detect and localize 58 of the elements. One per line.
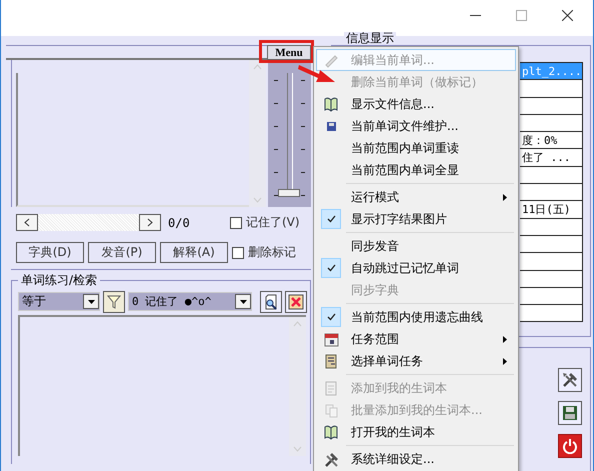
list-icon: [322, 352, 340, 370]
menu-item[interactable]: 打开我的生词本: [316, 421, 516, 443]
next-button[interactable]: [139, 214, 161, 231]
floppy-icon: [562, 404, 578, 421]
calendar-icon: [322, 330, 340, 348]
maximize-icon: [516, 10, 526, 20]
info-row[interactable]: 住了 ...: [520, 149, 582, 167]
menu-item[interactable]: 任务范围: [316, 328, 516, 350]
menu-button[interactable]: Menu: [267, 45, 311, 60]
power-icon: [562, 438, 578, 454]
power-button[interactable]: [558, 434, 582, 458]
save-button[interactable]: [558, 400, 582, 425]
menu-item[interactable]: 当前范围内单词全显: [316, 159, 516, 181]
dropdown-icon: [88, 300, 94, 304]
settings-button[interactable]: [558, 368, 582, 392]
group-title: 单词练习/检索: [18, 272, 100, 289]
menu-item[interactable]: 当前范围内单词重读: [316, 137, 516, 159]
word-counter: 0/0: [168, 216, 191, 230]
copy-icon: [322, 402, 340, 418]
action-button[interactable]: 解释(A): [160, 242, 228, 263]
menu-item[interactable]: 显示文件信息...: [316, 93, 516, 115]
document-icon: [322, 380, 340, 396]
menu-item[interactable]: 当前范围内使用遗忘曲线: [316, 306, 516, 328]
book-icon: [322, 424, 340, 440]
pointer-arrow: [298, 65, 335, 82]
checkbox[interactable]: [232, 246, 244, 258]
cross-icon: [288, 294, 304, 310]
checkbox-label: 删除标记: [248, 244, 296, 261]
slider-thumb[interactable]: [278, 189, 300, 197]
speed-slider[interactable]: [268, 60, 311, 207]
action-button[interactable]: 字典(D): [16, 242, 84, 263]
close-icon: [562, 10, 572, 20]
checkbox-label: 记住了(V): [246, 214, 300, 231]
match-select[interactable]: 等于: [18, 292, 100, 311]
info-row[interactable]: 11日(五): [520, 201, 582, 219]
menu-item[interactable]: 同步发音: [316, 235, 516, 257]
filter-icon: [107, 294, 121, 308]
horizontal-scrollbar[interactable]: [16, 214, 161, 231]
menu-item[interactable]: 选择单词任务: [316, 350, 516, 372]
search-icon: [263, 294, 279, 310]
book-icon: [322, 96, 340, 112]
group-title: 信息显示: [344, 32, 396, 45]
info-row[interactable]: 度：0%: [520, 132, 582, 150]
cross-image-button[interactable]: [285, 290, 307, 312]
menu-item[interactable]: 运行模式: [316, 186, 516, 208]
tools-icon: [322, 450, 340, 468]
menu-item[interactable]: 当前单词文件维护...: [316, 115, 516, 137]
search-button[interactable]: [260, 290, 282, 312]
action-button[interactable]: 发音(P): [88, 242, 156, 263]
checkbox[interactable]: [230, 216, 242, 228]
menu-item[interactable]: 系统详细设定...: [316, 448, 516, 470]
filter-button[interactable]: [103, 290, 125, 312]
menu-item[interactable]: 显示打字结果图片: [316, 208, 516, 230]
menu-item[interactable]: 自动跳过已记忆单词: [316, 257, 516, 279]
dropdown-icon: [240, 300, 246, 304]
status-select[interactable]: 0 记住了 ●^o^: [128, 292, 252, 311]
previous-button[interactable]: [16, 214, 38, 231]
tools-icon: [561, 370, 579, 389]
